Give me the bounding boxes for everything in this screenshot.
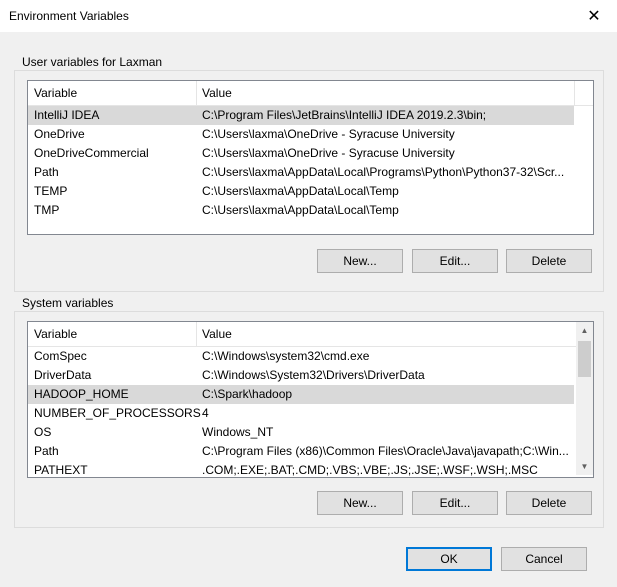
user-edit-button[interactable]: Edit... xyxy=(412,249,498,273)
system-variables-label: System variables xyxy=(20,296,116,310)
user-variables-label: User variables for Laxman xyxy=(20,55,165,69)
variable-name: ComSpec xyxy=(34,349,87,363)
variable-name: OS xyxy=(34,425,52,439)
system-edit-button[interactable]: Edit... xyxy=(412,491,498,515)
variable-value: C:\Windows\System32\Drivers\DriverData xyxy=(202,368,425,382)
variable-value: C:\Spark\hadoop xyxy=(202,387,293,401)
scrollbar-thumb[interactable] xyxy=(578,341,591,377)
table-row[interactable]: ComSpec C:\Windows\system32\cmd.exe xyxy=(28,347,574,366)
window-title: Environment Variables xyxy=(9,9,129,23)
user-list-header: Variable Value xyxy=(28,81,593,106)
chevron-up-icon[interactable]: ▲ xyxy=(576,322,593,339)
title-bar: Environment Variables ✕ xyxy=(0,0,617,32)
column-header-value[interactable]: Value xyxy=(196,81,574,105)
variable-value: C:\Windows\system32\cmd.exe xyxy=(202,349,370,363)
user-variables-list[interactable]: Variable Value IntelliJ IDEA C:\Program F… xyxy=(27,80,594,235)
column-header-variable[interactable]: Variable xyxy=(28,81,196,105)
variable-value: C:\Program Files\JetBrains\IntelliJ IDEA… xyxy=(202,108,487,122)
variable-value: C:\Users\laxma\OneDrive - Syracuse Unive… xyxy=(202,127,455,141)
column-separator[interactable] xyxy=(574,81,575,105)
chevron-down-icon[interactable]: ▼ xyxy=(576,458,593,475)
variable-name: IntelliJ IDEA xyxy=(34,108,100,122)
table-row[interactable]: OneDrive C:\Users\laxma\OneDrive - Syracu… xyxy=(28,125,574,144)
column-header-variable[interactable]: Variable xyxy=(28,322,196,346)
table-row[interactable]: PATHEXT .COM;.EXE;.BAT;.CMD;.VBS;.VBE;.JS… xyxy=(28,461,574,477)
variable-name: HADOOP_HOME xyxy=(34,387,129,401)
variable-name: NUMBER_OF_PROCESSORS xyxy=(34,406,201,420)
variable-name: DriverData xyxy=(34,368,92,382)
table-row[interactable]: HADOOP_HOME C:\Spark\hadoop xyxy=(28,385,574,404)
variable-value: C:\Users\laxma\AppData\Local\Programs\Py… xyxy=(202,165,565,179)
system-variables-list[interactable]: Variable Value ComSpec C:\Windows\system3… xyxy=(27,321,594,478)
column-header-value[interactable]: Value xyxy=(196,322,574,346)
variable-name: TMP xyxy=(34,203,60,217)
table-row[interactable]: TMP C:\Users\laxma\AppData\Local\Temp xyxy=(28,201,574,220)
user-delete-button[interactable]: Delete xyxy=(506,249,592,273)
cancel-button[interactable]: Cancel xyxy=(501,547,587,571)
variable-name: Path xyxy=(34,165,59,179)
ok-button[interactable]: OK xyxy=(406,547,492,571)
system-list-header: Variable Value xyxy=(28,322,576,347)
variable-value: Windows_NT xyxy=(202,425,274,439)
vertical-scrollbar[interactable]: ▲ ▼ xyxy=(576,322,593,475)
table-row[interactable]: DriverData C:\Windows\System32\Drivers\Dr… xyxy=(28,366,574,385)
variable-name: Path xyxy=(34,444,59,458)
variable-name: OneDriveCommercial xyxy=(34,146,149,160)
table-row[interactable]: Path C:\Program Files (x86)\Common Files\… xyxy=(28,442,574,461)
table-row[interactable]: OneDriveCommercial C:\Users\laxma\OneDriv… xyxy=(28,144,574,163)
table-row[interactable]: OS Windows_NT xyxy=(28,423,574,442)
variable-value: C:\Program Files (x86)\Common Files\Orac… xyxy=(202,444,569,458)
table-row[interactable]: Path C:\Users\laxma\AppData\Local\Program… xyxy=(28,163,574,182)
variable-name: PATHEXT xyxy=(34,463,88,477)
system-delete-button[interactable]: Delete xyxy=(506,491,592,515)
variable-value: C:\Users\laxma\AppData\Local\Temp xyxy=(202,203,399,217)
user-new-button[interactable]: New... xyxy=(317,249,403,273)
variable-value: .COM;.EXE;.BAT;.CMD;.VBS;.VBE;.JS;.JSE;.… xyxy=(202,463,538,477)
variable-name: TEMP xyxy=(34,184,68,198)
table-row[interactable]: TEMP C:\Users\laxma\AppData\Local\Temp xyxy=(28,182,574,201)
variable-value: 4 xyxy=(202,406,209,420)
table-row[interactable]: NUMBER_OF_PROCESSORS 4 xyxy=(28,404,574,423)
variable-value: C:\Users\laxma\AppData\Local\Temp xyxy=(202,184,399,198)
close-icon[interactable]: ✕ xyxy=(571,0,617,32)
system-new-button[interactable]: New... xyxy=(317,491,403,515)
table-row[interactable]: IntelliJ IDEA C:\Program Files\JetBrains\… xyxy=(28,106,574,125)
variable-value: C:\Users\laxma\OneDrive - Syracuse Unive… xyxy=(202,146,455,160)
variable-name: OneDrive xyxy=(34,127,85,141)
